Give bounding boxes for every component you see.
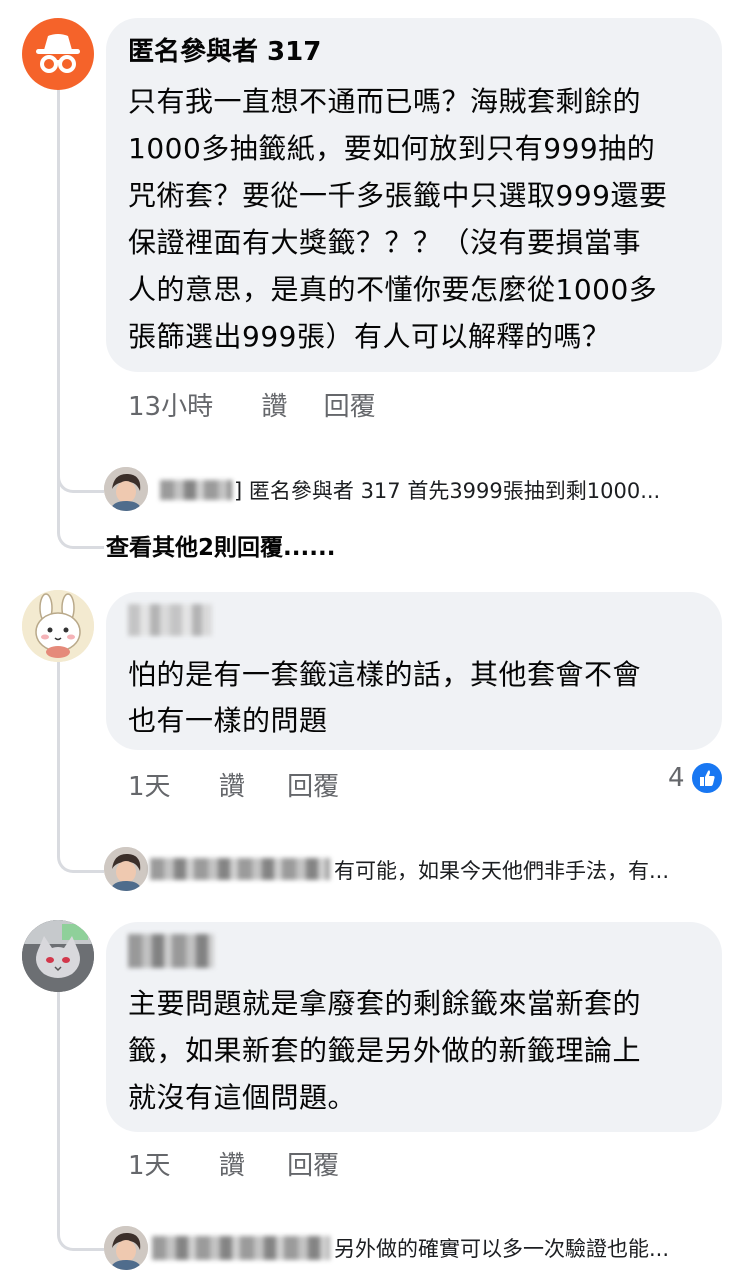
comment-timestamp[interactable]: 1天 [128, 772, 171, 802]
comment-actions: 13小時 讚 回覆 [128, 392, 434, 422]
comment-text-line: 就沒有這個問題。 [128, 1081, 357, 1114]
bracket-glyph: ] [234, 479, 243, 503]
commenter-avatar[interactable] [22, 590, 94, 662]
anonymous-avatar[interactable] [22, 18, 94, 90]
redacted-name [128, 604, 212, 636]
comment-text-line: 咒術套？要從一千多張籤中只選取999還要 [128, 179, 668, 212]
comment-text-line: 張篩選出999張）有人可以解釋的嗎？ [128, 320, 611, 353]
comment-timestamp[interactable]: 1天 [128, 1151, 171, 1181]
view-more-replies-link[interactable]: 查看其他2則回覆...... [106, 533, 335, 563]
thread-line [57, 992, 60, 1202]
user-photo-avatar [104, 1226, 148, 1270]
thread-line [57, 660, 60, 830]
comment-text-line: 怕的是有一套籤這樣的話，其他套會不會 [128, 658, 642, 691]
reply-connector [57, 820, 104, 873]
like-button[interactable]: 讚 [261, 392, 287, 422]
reaction-badge[interactable] [690, 761, 724, 795]
anonymous-incognito-icon [36, 34, 80, 73]
reply-avatar[interactable] [104, 467, 148, 511]
comment-text-line: 只有我一直想不通而已嗎？海賊套剩餘的 [128, 85, 642, 118]
comment-author[interactable]: 匿名參與者 317 [128, 36, 321, 68]
comment-actions: 1天 讚 回覆 [128, 1151, 397, 1181]
user-photo-avatar [104, 467, 148, 511]
reply-preview-text: 匿名參與者 317 首先3999張抽到剩1000... [248, 479, 661, 503]
comment-text-line: 保證裡面有大獎籤？？？（沒有要損當事 [128, 226, 642, 259]
redacted-name [160, 480, 232, 500]
cartoon-rabbit-avatar [22, 590, 94, 662]
like-button[interactable]: 讚 [219, 1151, 245, 1181]
reply-avatar[interactable] [104, 847, 148, 891]
cat-avatar [22, 920, 94, 992]
reply-button[interactable]: 回覆 [287, 1151, 339, 1181]
reply-button[interactable]: 回覆 [287, 772, 339, 802]
reply-connector [57, 1198, 104, 1251]
commenter-avatar[interactable] [22, 920, 94, 992]
redacted-name [152, 1236, 330, 1260]
like-button[interactable]: 讚 [219, 772, 245, 802]
comment-timestamp[interactable]: 13小時 [128, 392, 213, 422]
reply-connector [57, 440, 104, 493]
redacted-name [128, 934, 214, 968]
reply-connector [57, 500, 104, 549]
reply-preview-text[interactable]: 另外做的確實可以多一次驗證也能... [334, 1235, 669, 1263]
reply-preview[interactable]: ] 匿名參與者 317 首先3999張抽到剩1000... [234, 477, 660, 505]
reaction-count[interactable]: 4 [668, 763, 685, 793]
thumbs-up-icon [700, 770, 715, 786]
reply-button[interactable]: 回覆 [324, 392, 376, 422]
reply-preview-text[interactable]: 有可能，如果今天他們非手法，有... [334, 857, 669, 885]
comment-text-line: 也有一樣的問題 [128, 704, 328, 737]
comment-text-line: 籤，如果新套的籤是另外做的新籤理論上 [128, 1034, 642, 1067]
comment-text-line: 人的意思，是真的不懂你要怎麼從1000多 [128, 273, 658, 306]
user-photo-avatar [104, 847, 148, 891]
reply-avatar[interactable] [104, 1226, 148, 1270]
comment-text-line: 主要問題就是拿廢套的剩餘籤來當新套的 [128, 987, 642, 1020]
comment-text-line: 1000多抽籤紙，要如何放到只有999抽的 [128, 132, 656, 165]
redacted-name [150, 858, 330, 880]
comment-actions: 1天 讚 回覆 [128, 772, 397, 802]
